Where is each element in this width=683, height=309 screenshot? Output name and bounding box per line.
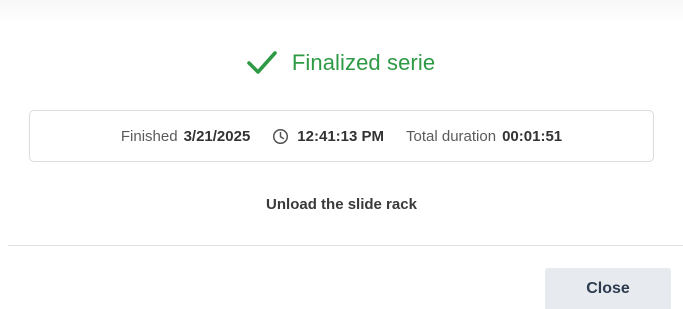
- duration-label: Total duration: [406, 127, 497, 145]
- close-button[interactable]: Close: [545, 268, 671, 309]
- finished-time: 12:41:13 PM: [297, 127, 385, 145]
- top-fade: [0, 0, 683, 24]
- finished-date: 3/21/2025: [183, 127, 251, 145]
- clock-icon: [272, 128, 289, 145]
- finished-date-group: Finished 3/21/2025: [121, 128, 250, 145]
- finished-time-group: 12:41:13 PM: [272, 128, 384, 145]
- total-duration-group: Total duration 00:01:51: [406, 128, 562, 145]
- dialog-title: Finalized serie: [291, 49, 436, 75]
- finished-label: Finished: [120, 127, 178, 145]
- dialog-header: Finalized serie: [0, 42, 683, 82]
- finalized-serie-dialog: Finalized serie Finished 3/21/2025 12:41…: [0, 0, 683, 309]
- duration-value: 00:01:51: [502, 127, 563, 145]
- footer-divider: [8, 245, 683, 246]
- checkmark-icon: [245, 45, 279, 79]
- completion-info-box: Finished 3/21/2025 12:41:13 PM Total dur…: [29, 110, 654, 162]
- unload-instruction: Unload the slide rack: [266, 196, 417, 213]
